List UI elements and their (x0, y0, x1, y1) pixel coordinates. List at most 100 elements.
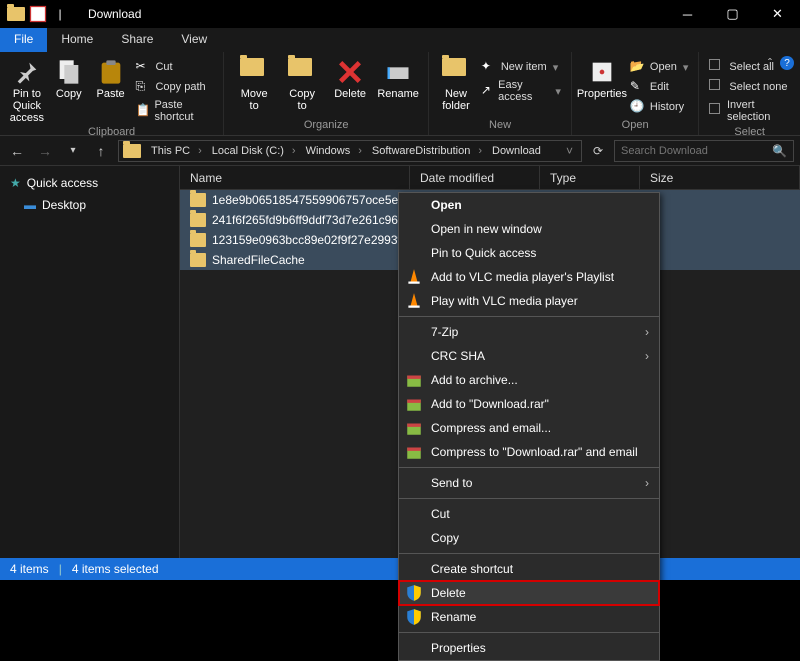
column-date[interactable]: Date modified (410, 166, 540, 189)
ctx-compress-email[interactable]: Compress and email... (399, 416, 659, 440)
ctx-add-archive[interactable]: Add to archive... (399, 368, 659, 392)
select-none-button[interactable]: Select none (705, 78, 794, 96)
rename-button[interactable]: Rename (374, 54, 422, 100)
history-icon: 🕘 (630, 99, 646, 115)
easy-access-icon: ↗ (481, 83, 494, 99)
ctx-compress-download-email[interactable]: Compress to "Download.rar" and email (399, 440, 659, 464)
ctx-cut[interactable]: Cut (399, 502, 659, 526)
ctx-copy[interactable]: Copy (399, 526, 659, 550)
new-item-button[interactable]: ✦New item▾ (477, 58, 565, 76)
edit-icon: ✎ (630, 79, 646, 95)
ctx-properties[interactable]: Properties (399, 636, 659, 660)
properties-button[interactable]: Properties (578, 54, 626, 100)
up-button[interactable]: ↑ (90, 143, 112, 159)
rename-shield-icon (405, 608, 423, 626)
search-input[interactable] (621, 145, 772, 157)
paste-shortcut-button[interactable]: 📋Paste shortcut (131, 98, 217, 124)
copyto-icon (288, 58, 316, 86)
column-headers: Name Date modified Type Size (180, 166, 800, 190)
open-button[interactable]: 📂Open▾ (626, 58, 692, 76)
recent-dropdown[interactable]: ▾ (62, 145, 84, 156)
easy-access-button[interactable]: ↗Easy access▾ (477, 78, 565, 104)
history-button[interactable]: 🕘History (626, 98, 692, 116)
status-item-count: 4 items (10, 562, 49, 576)
edit-button[interactable]: ✎Edit (626, 78, 692, 96)
paste-button[interactable]: Paste (90, 54, 132, 100)
path-icon: ⎘ (135, 79, 151, 95)
copy-to-button[interactable]: Copy to (278, 54, 326, 112)
crumb-softwaredistribution[interactable]: SoftwareDistribution (368, 145, 486, 157)
ctx-7zip[interactable]: 7-Zip› (399, 320, 659, 344)
back-button[interactable]: ← (6, 143, 28, 159)
column-size[interactable]: Size (640, 166, 800, 189)
crumb-windows[interactable]: Windows (302, 145, 366, 157)
tab-share[interactable]: Share (107, 28, 167, 52)
ctx-send-to[interactable]: Send to› (399, 471, 659, 495)
delete-button[interactable]: Delete (326, 54, 374, 100)
ctx-vlc-playlist[interactable]: Add to VLC media player's Playlist (399, 265, 659, 289)
address-bar: ← → ▾ ↑ This PC Local Disk (C:) Windows … (0, 136, 800, 166)
crumb-local-disk[interactable]: Local Disk (C:) (208, 145, 300, 157)
ctx-crc-sha[interactable]: CRC SHA› (399, 344, 659, 368)
tab-file[interactable]: File (0, 28, 47, 52)
paste-icon (97, 58, 125, 86)
sidebar-item-quick-access[interactable]: ★ Quick access (0, 172, 179, 194)
refresh-button[interactable]: ⟳ (588, 144, 608, 158)
folder-icon (190, 233, 206, 247)
new-folder-button[interactable]: New folder (435, 54, 477, 112)
context-menu: Open Open in new window Pin to Quick acc… (398, 192, 660, 661)
copy-icon (55, 58, 83, 86)
quick-access-toolbar: | (0, 4, 70, 24)
ribbon-tabs: File Home Share View (0, 28, 800, 52)
vlc-icon (405, 268, 423, 286)
invert-selection-button[interactable]: Invert selection (705, 98, 794, 124)
close-button[interactable]: ✕ (755, 0, 800, 28)
collapse-ribbon-icon[interactable]: ˆ (768, 56, 772, 70)
minimize-button[interactable]: ─ (665, 0, 710, 28)
properties-icon[interactable] (28, 4, 48, 24)
delete-x-icon (336, 58, 364, 86)
group-label: Clipboard (88, 124, 135, 140)
ctx-open-new-window[interactable]: Open in new window (399, 217, 659, 241)
ctx-pin-quick-access[interactable]: Pin to Quick access (399, 241, 659, 265)
folder-icon (190, 193, 206, 207)
folder-icon (190, 253, 206, 267)
ctx-vlc-play[interactable]: Play with VLC media player (399, 289, 659, 313)
location-icon (123, 144, 141, 158)
winrar-icon (405, 443, 423, 461)
properties-gear-icon (588, 58, 616, 86)
copy-path-button[interactable]: ⎘Copy path (131, 78, 217, 96)
breadcrumb[interactable]: This PC Local Disk (C:) Windows Software… (118, 140, 582, 162)
new-folder-icon (442, 58, 470, 86)
column-type[interactable]: Type (540, 166, 640, 189)
copy-button[interactable]: Copy (48, 54, 90, 100)
forward-button[interactable]: → (34, 143, 56, 159)
crumb-download[interactable]: Download (488, 145, 553, 157)
move-to-button[interactable]: Move to (230, 54, 278, 112)
folder-icon[interactable] (6, 4, 26, 24)
ribbon-group-open: Properties 📂Open▾ ✎Edit 🕘History Open (572, 52, 699, 135)
address-dropdown-icon[interactable]: ˅ (566, 144, 577, 158)
column-name[interactable]: Name (180, 166, 410, 189)
pin-quick-access-button[interactable]: Pin to Quick access (6, 54, 48, 124)
sidebar-item-desktop[interactable]: ▬ Desktop (0, 194, 179, 216)
tab-view[interactable]: View (167, 28, 221, 52)
qat-divider: | (50, 4, 70, 24)
maximize-button[interactable]: ▢ (710, 0, 755, 28)
ctx-delete[interactable]: Delete (399, 581, 659, 605)
crumb-this-pc[interactable]: This PC (147, 145, 206, 157)
ctx-create-shortcut[interactable]: Create shortcut (399, 557, 659, 581)
select-none-icon (709, 79, 725, 95)
open-icon: 📂 (630, 59, 646, 75)
cut-button[interactable]: ✂Cut (131, 58, 217, 76)
rename-icon (384, 58, 412, 86)
ctx-open[interactable]: Open (399, 193, 659, 217)
help-icon[interactable]: ? (780, 56, 794, 70)
invert-icon (709, 103, 723, 119)
shortcut-icon: 📋 (135, 103, 150, 119)
tab-home[interactable]: Home (47, 28, 107, 52)
ctx-rename[interactable]: Rename (399, 605, 659, 629)
ctx-add-download-rar[interactable]: Add to "Download.rar" (399, 392, 659, 416)
search-box[interactable]: 🔍 (614, 140, 794, 162)
vlc-icon (405, 292, 423, 310)
